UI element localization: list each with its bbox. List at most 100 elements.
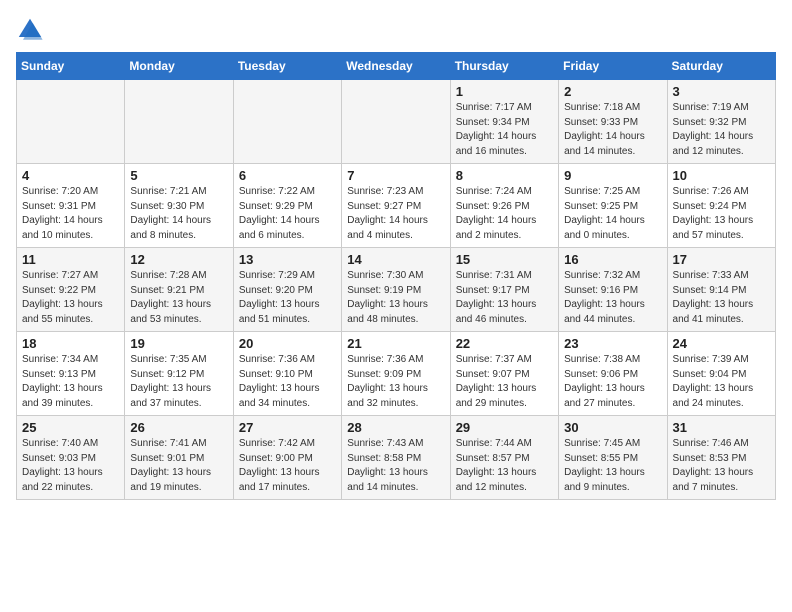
day-number: 18 [22,336,119,351]
calendar-day-cell: 23 Sunrise: 7:38 AM Sunset: 9:06 PM Dayli… [559,332,667,416]
day-number: 16 [564,252,661,267]
day-number: 13 [239,252,336,267]
day-number: 26 [130,420,227,435]
calendar-day-cell [342,80,450,164]
day-info: Sunrise: 7:36 AM Sunset: 9:10 PM Dayligh… [239,353,336,411]
day-info: Sunrise: 7:23 AM Sunset: 9:27 PM Dayligh… [347,185,444,243]
calendar-day-cell: 18 Sunrise: 7:34 AM Sunset: 9:13 PM Dayli… [17,332,125,416]
calendar-day-cell: 12 Sunrise: 7:28 AM Sunset: 9:21 PM Dayli… [125,248,233,332]
day-info: Sunrise: 7:18 AM Sunset: 9:33 PM Dayligh… [564,101,661,159]
calendar-day-cell: 11Sunrise: 7:27 AM Sunset: 9:22 PM Dayli… [17,248,125,332]
day-number: 31 [673,420,770,435]
weekday-header-cell: Sunday [17,53,125,80]
day-number: 29 [456,420,553,435]
calendar-day-cell: 22 Sunrise: 7:37 AM Sunset: 9:07 PM Dayli… [450,332,558,416]
day-number: 27 [239,420,336,435]
day-info: Sunrise: 7:29 AM Sunset: 9:20 PM Dayligh… [239,269,336,327]
calendar-day-cell: 19 Sunrise: 7:35 AM Sunset: 9:12 PM Dayli… [125,332,233,416]
day-number: 21 [347,336,444,351]
calendar-day-cell: 4Sunrise: 7:20 AM Sunset: 9:31 PM Daylig… [17,164,125,248]
day-number: 6 [239,168,336,183]
calendar-day-cell: 13 Sunrise: 7:29 AM Sunset: 9:20 PM Dayli… [233,248,341,332]
weekday-header-row: SundayMondayTuesdayWednesdayThursdayFrid… [17,53,776,80]
calendar-day-cell [125,80,233,164]
calendar-body: 1 Sunrise: 7:17 AM Sunset: 9:34 PM Daylig… [17,80,776,500]
day-info: Sunrise: 7:43 AM Sunset: 8:58 PM Dayligh… [347,437,444,495]
day-info: Sunrise: 7:37 AM Sunset: 9:07 PM Dayligh… [456,353,553,411]
day-number: 7 [347,168,444,183]
day-info: Sunrise: 7:40 AM Sunset: 9:03 PM Dayligh… [22,437,119,495]
calendar-day-cell: 16 Sunrise: 7:32 AM Sunset: 9:16 PM Dayli… [559,248,667,332]
weekday-header-cell: Friday [559,53,667,80]
day-info: Sunrise: 7:42 AM Sunset: 9:00 PM Dayligh… [239,437,336,495]
calendar-day-cell: 27 Sunrise: 7:42 AM Sunset: 9:00 PM Dayli… [233,416,341,500]
day-number: 1 [456,84,553,99]
day-number: 10 [673,168,770,183]
calendar-table: SundayMondayTuesdayWednesdayThursdayFrid… [16,52,776,500]
calendar-day-cell [17,80,125,164]
calendar-day-cell: 25Sunrise: 7:40 AM Sunset: 9:03 PM Dayli… [17,416,125,500]
calendar-day-cell: 10 Sunrise: 7:26 AM Sunset: 9:24 PM Dayli… [667,164,775,248]
day-info: Sunrise: 7:20 AM Sunset: 9:31 PM Dayligh… [22,185,119,243]
calendar-week-row: 11Sunrise: 7:27 AM Sunset: 9:22 PM Dayli… [17,248,776,332]
calendar-day-cell: 29 Sunrise: 7:44 AM Sunset: 8:57 PM Dayli… [450,416,558,500]
day-info: Sunrise: 7:27 AM Sunset: 9:22 PM Dayligh… [22,269,119,327]
calendar-day-cell: 8 Sunrise: 7:24 AM Sunset: 9:26 PM Daylig… [450,164,558,248]
calendar-day-cell: 5 Sunrise: 7:21 AM Sunset: 9:30 PM Daylig… [125,164,233,248]
day-number: 8 [456,168,553,183]
calendar-week-row: 4Sunrise: 7:20 AM Sunset: 9:31 PM Daylig… [17,164,776,248]
calendar-day-cell: 14 Sunrise: 7:30 AM Sunset: 9:19 PM Dayli… [342,248,450,332]
logo-icon [16,16,44,44]
day-info: Sunrise: 7:38 AM Sunset: 9:06 PM Dayligh… [564,353,661,411]
calendar-week-row: 25Sunrise: 7:40 AM Sunset: 9:03 PM Dayli… [17,416,776,500]
day-info: Sunrise: 7:45 AM Sunset: 8:55 PM Dayligh… [564,437,661,495]
day-info: Sunrise: 7:21 AM Sunset: 9:30 PM Dayligh… [130,185,227,243]
day-number: 22 [456,336,553,351]
day-number: 15 [456,252,553,267]
weekday-header-cell: Monday [125,53,233,80]
day-number: 12 [130,252,227,267]
day-info: Sunrise: 7:34 AM Sunset: 9:13 PM Dayligh… [22,353,119,411]
day-info: Sunrise: 7:25 AM Sunset: 9:25 PM Dayligh… [564,185,661,243]
weekday-header-cell: Thursday [450,53,558,80]
calendar-day-cell: 2Sunrise: 7:18 AM Sunset: 9:33 PM Daylig… [559,80,667,164]
day-info: Sunrise: 7:32 AM Sunset: 9:16 PM Dayligh… [564,269,661,327]
day-info: Sunrise: 7:19 AM Sunset: 9:32 PM Dayligh… [673,101,770,159]
calendar-day-cell: 30 Sunrise: 7:45 AM Sunset: 8:55 PM Dayli… [559,416,667,500]
calendar-day-cell: 31Sunrise: 7:46 AM Sunset: 8:53 PM Dayli… [667,416,775,500]
day-info: Sunrise: 7:35 AM Sunset: 9:12 PM Dayligh… [130,353,227,411]
calendar-day-cell: 9 Sunrise: 7:25 AM Sunset: 9:25 PM Daylig… [559,164,667,248]
day-number: 20 [239,336,336,351]
header [16,16,776,44]
calendar-day-cell: 6Sunrise: 7:22 AM Sunset: 9:29 PM Daylig… [233,164,341,248]
day-number: 19 [130,336,227,351]
day-info: Sunrise: 7:28 AM Sunset: 9:21 PM Dayligh… [130,269,227,327]
day-info: Sunrise: 7:17 AM Sunset: 9:34 PM Dayligh… [456,101,553,159]
day-info: Sunrise: 7:33 AM Sunset: 9:14 PM Dayligh… [673,269,770,327]
day-info: Sunrise: 7:44 AM Sunset: 8:57 PM Dayligh… [456,437,553,495]
day-number: 23 [564,336,661,351]
day-info: Sunrise: 7:24 AM Sunset: 9:26 PM Dayligh… [456,185,553,243]
calendar-day-cell: 3 Sunrise: 7:19 AM Sunset: 9:32 PM Daylig… [667,80,775,164]
calendar-day-cell: 24Sunrise: 7:39 AM Sunset: 9:04 PM Dayli… [667,332,775,416]
day-info: Sunrise: 7:31 AM Sunset: 9:17 PM Dayligh… [456,269,553,327]
day-number: 14 [347,252,444,267]
calendar-day-cell [233,80,341,164]
calendar-day-cell: 7 Sunrise: 7:23 AM Sunset: 9:27 PM Daylig… [342,164,450,248]
weekday-header-cell: Tuesday [233,53,341,80]
day-info: Sunrise: 7:30 AM Sunset: 9:19 PM Dayligh… [347,269,444,327]
day-info: Sunrise: 7:26 AM Sunset: 9:24 PM Dayligh… [673,185,770,243]
day-number: 30 [564,420,661,435]
calendar-week-row: 18 Sunrise: 7:34 AM Sunset: 9:13 PM Dayli… [17,332,776,416]
day-number: 5 [130,168,227,183]
calendar-week-row: 1 Sunrise: 7:17 AM Sunset: 9:34 PM Daylig… [17,80,776,164]
day-number: 3 [673,84,770,99]
day-number: 24 [673,336,770,351]
day-number: 17 [673,252,770,267]
day-number: 9 [564,168,661,183]
calendar-day-cell: 21Sunrise: 7:36 AM Sunset: 9:09 PM Dayli… [342,332,450,416]
calendar-day-cell: 20 Sunrise: 7:36 AM Sunset: 9:10 PM Dayli… [233,332,341,416]
calendar-day-cell: 17 Sunrise: 7:33 AM Sunset: 9:14 PM Dayli… [667,248,775,332]
day-info: Sunrise: 7:41 AM Sunset: 9:01 PM Dayligh… [130,437,227,495]
logo [16,16,48,44]
